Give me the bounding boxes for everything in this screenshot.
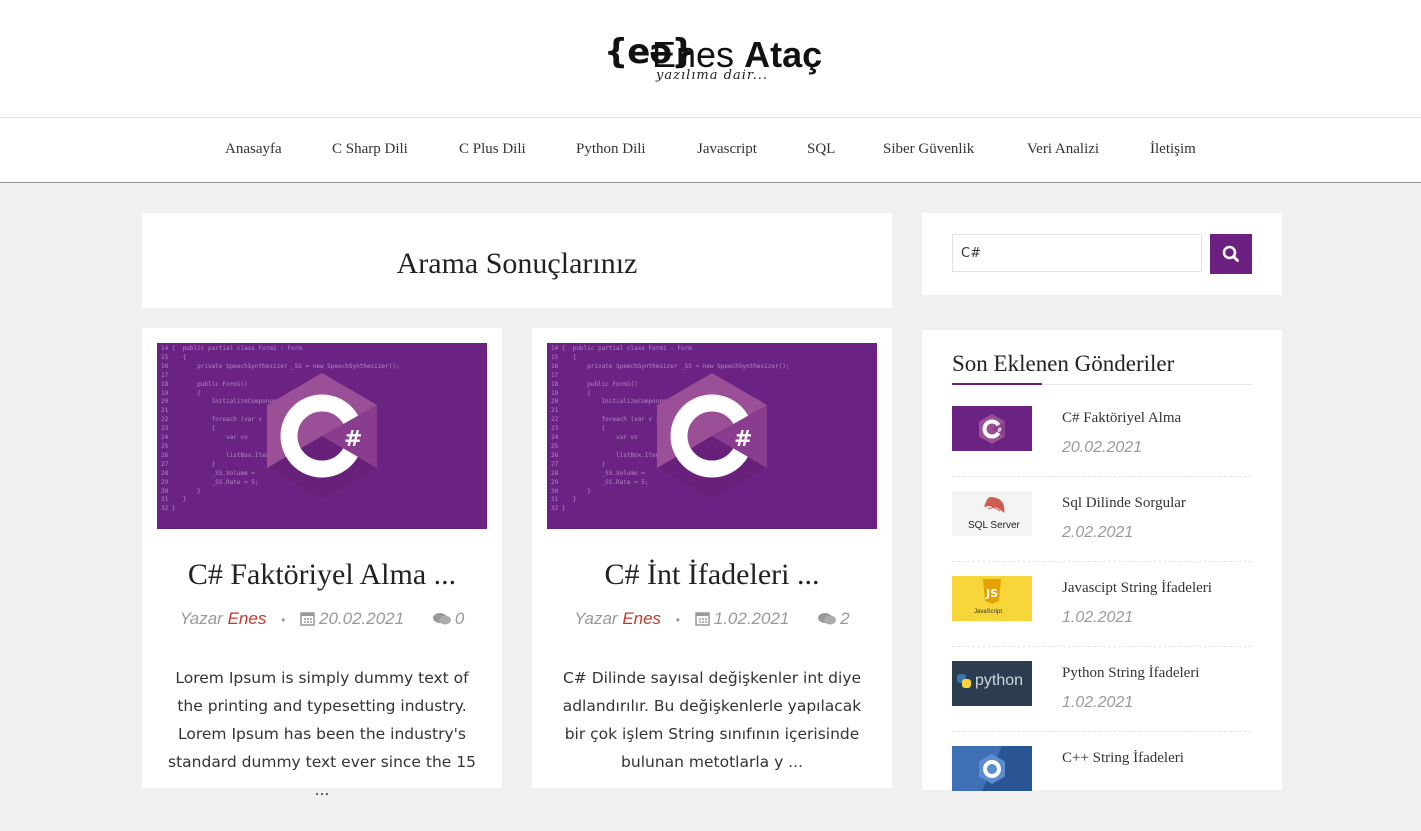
title-accent-underline [952,383,1042,385]
recent-post-title[interactable]: C++ String İfadeleri [1062,750,1184,767]
recent-post-title[interactable]: Python String İfadeleri [1062,665,1199,682]
svg-text:#: # [344,427,362,452]
post-thumbnail[interactable]: 14 { public partial class Form1 : Form 1… [547,343,877,529]
search-button[interactable] [1210,234,1252,274]
comments-icon [818,613,837,625]
javascript-label: JavaScript [974,609,1003,615]
recent-post-thumbnail [952,746,1032,791]
recent-post-title[interactable]: Javascipt String İfadeleri [1062,580,1212,597]
main-nav: Anasayfa C Sharp Dili C Plus Dili Python… [0,118,1421,183]
post-date: 1.02.2021 [713,609,790,628]
nav-item-siber-guvenlik[interactable]: Siber Güvenlik [883,141,974,158]
recent-post-date: 20.02.2021 [1062,439,1143,456]
nav-item-c-sharp[interactable]: C Sharp Dili [332,141,408,158]
csharp-logo-icon: # [267,373,377,500]
recent-post-thumbnail: SQL Server [952,491,1032,536]
post-meta: Yazar Enes • 1.02.2021 2 [574,609,850,628]
post-excerpt: Lorem Ipsum is simply dummy text of the … [168,669,476,799]
post-card: 14 { public partial class Form1 : Form 1… [532,328,892,788]
csharp-logo-icon: # [979,414,1005,444]
recent-post-date: 1.02.2021 [1062,694,1134,711]
post-excerpt: C# Dilinde sayısal değişkenler int diye … [562,669,862,771]
nav-item-iletisim[interactable]: İletişim [1150,141,1196,158]
nav-item-python[interactable]: Python Dili [576,141,646,158]
comments-icon [432,613,451,625]
python-label: python [975,672,1024,689]
post-comment-count[interactable]: 2 [840,609,849,628]
post-title[interactable]: C# İnt İfadeleri ... [532,558,892,592]
recent-posts-widget: Son Eklenen Gönderiler # C# Faktöriyel A… [922,330,1282,791]
post-title[interactable]: C# Faktöriyel Alma ... [142,558,502,592]
site-header: {eə} Enes Ataç yazılıma dair... [0,0,1421,118]
sidebar-search-widget [922,213,1282,295]
nav-item-javascript[interactable]: Javascript [697,141,757,158]
svg-text:#: # [734,427,752,452]
recent-posts-title: Son Eklenen Gönderiler [952,351,1175,376]
recent-post-title[interactable]: Sql Dilinde Sorgular [1062,495,1186,512]
recent-post-item[interactable]: SQL Server Sql Dilinde Sorgular 2.02.202… [952,491,1252,576]
post-thumbnail[interactable]: 14 { public partial class Form1 : Form 1… [157,343,487,529]
nav-item-veri-analizi[interactable]: Veri Analizi [1027,141,1099,158]
recent-post-thumbnail: python [952,661,1032,706]
csharp-logo-icon: # [657,373,767,500]
logo-tagline: yazılıma dair... [656,68,769,83]
recent-post-item[interactable]: python Python String İfadeleri 1.02.2021 [952,661,1252,746]
svg-text:JS: JS [985,587,998,600]
recent-post-thumbnail: # [952,406,1032,451]
recent-post-item[interactable]: JS JavaScript Javascipt String İfadeleri… [952,576,1252,661]
post-meta: Yazar Enes • 20.02.2021 0 [179,609,465,628]
nav-item-anasayfa[interactable]: Anasayfa [225,141,282,158]
post-author[interactable]: Enes [228,609,267,628]
post-date: 20.02.2021 [319,609,405,628]
svg-text:#: # [997,427,1002,434]
recent-post-thumbnail: JS JavaScript [952,576,1032,621]
search-input[interactable] [952,234,1202,272]
nav-item-c-plus[interactable]: C Plus Dili [459,141,526,158]
nav-item-sql[interactable]: SQL [807,141,835,158]
post-card: 14 { public partial class Form1 : Form 1… [142,328,502,799]
site-logo[interactable]: {eə} Enes Ataç yazılıma dair... [604,30,834,94]
search-results-header: Arama Sonuçlarınız [142,213,892,308]
page-title: Arama Sonuçlarınız [396,247,638,280]
calendar-icon [694,612,710,626]
recent-post-date: 2.02.2021 [1062,524,1134,541]
cpp-logo-icon [979,746,1032,791]
search-icon [1222,245,1239,262]
calendar-icon [300,612,315,626]
post-author[interactable]: Enes [622,609,661,628]
recent-post-item[interactable]: # C# Faktöriyel Alma 20.02.2021 [952,406,1252,491]
sql-server-label: SQL Server [968,520,1020,531]
recent-post-title[interactable]: C# Faktöriyel Alma [1062,410,1181,427]
post-comment-count[interactable]: 0 [455,609,464,628]
recent-post-date: 1.02.2021 [1062,609,1134,626]
recent-post-item[interactable]: C++ String İfadeleri [952,746,1252,831]
